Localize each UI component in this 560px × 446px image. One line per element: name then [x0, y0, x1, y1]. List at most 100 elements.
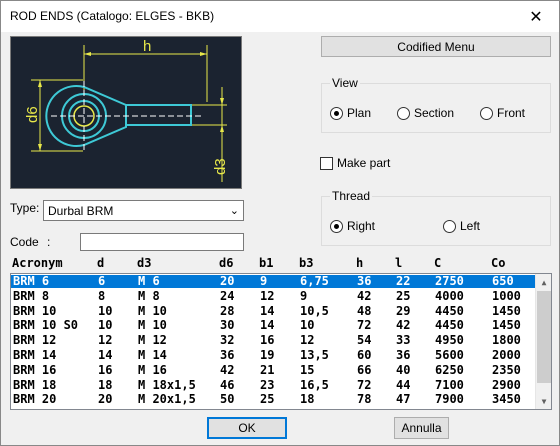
- scroll-thumb[interactable]: [537, 291, 551, 383]
- scroll-up-icon[interactable]: ▲: [536, 274, 551, 290]
- thread-option-right: Right: [347, 219, 376, 233]
- table-cell: 1450: [492, 303, 521, 318]
- ok-label: OK: [238, 421, 256, 435]
- table-row[interactable]: BRM 6 6 M 6 20 9 6,75 36 22 2750 650: [11, 275, 536, 288]
- table-cell: BRM 8: [13, 288, 50, 303]
- radio-selected-icon: [330, 219, 343, 233]
- codified-menu-button[interactable]: Codified Menu: [321, 36, 551, 57]
- table-cell: 6250: [435, 362, 464, 377]
- table-cell: 48: [357, 303, 372, 318]
- column-header[interactable]: b3: [299, 257, 313, 270]
- column-header[interactable]: h: [356, 257, 363, 270]
- table-cell: 1000: [492, 288, 521, 303]
- code-input[interactable]: [80, 233, 244, 251]
- thread-radio-right[interactable]: Right: [330, 219, 375, 233]
- table-cell: 2000: [492, 348, 521, 362]
- column-header[interactable]: C: [434, 257, 441, 270]
- rod-end-drawing: h d6 d3: [24, 38, 229, 182]
- table-cell: 4450: [435, 318, 464, 333]
- close-button[interactable]: ✕: [513, 1, 559, 32]
- table-cell: 4000: [435, 288, 464, 303]
- table-row[interactable]: BRM 12 12 M 12 32 16 12 54 33 4950 1800: [11, 334, 536, 347]
- table-cell: 46: [220, 377, 235, 392]
- table-cell: 25: [260, 392, 275, 407]
- table-cell: BRM 12: [13, 333, 57, 348]
- table-cell: 6,75: [300, 274, 329, 288]
- table-cell: 32: [220, 333, 235, 348]
- table-cell: BRM 16: [13, 362, 57, 377]
- table-row[interactable]: BRM 8 8 M 8 24 12 9 42 25 4000 1000: [11, 288, 536, 303]
- table-row[interactable]: BRM 16 16 M 16 42 21 15 66 40 6250 2350: [11, 362, 536, 377]
- table-row[interactable]: BRM 14 14 M 14 36 19 13,5 60 36 5600 2000: [11, 349, 536, 362]
- table-cell: 72: [357, 318, 372, 333]
- table-cell: 15: [300, 362, 315, 377]
- table-cell: 4950: [435, 333, 464, 348]
- table-cell: 42: [220, 362, 235, 377]
- table-scrollbar[interactable]: ▲ ▼: [535, 274, 551, 409]
- table-cell: 25: [396, 288, 411, 303]
- table-row[interactable]: BRM 18 18 M 18x1,5 46 23 16,5 72 44 7100 2900: [11, 377, 536, 392]
- cancel-label: Annulla: [401, 421, 442, 435]
- view-option-plan: Plan: [347, 106, 372, 120]
- rod-ends-table[interactable]: BRM 66M 6 20 9 6,75 36 22 2750 650 BRM 88M 8 24 12…: [10, 273, 552, 410]
- scroll-down-icon[interactable]: ▼: [536, 393, 551, 409]
- table-cell: BRM 6: [13, 274, 50, 288]
- dim-d6-label: d6: [24, 106, 41, 123]
- rod-end-preview: h d6 d3: [10, 36, 242, 189]
- column-header[interactable]: Acronym: [12, 257, 63, 270]
- table-row[interactable]: BRM 10 S0 10 M 10 30 14 10 72 42 4450 1450: [11, 319, 536, 332]
- table-cell: 24: [220, 288, 235, 303]
- table-cell: 2750: [435, 274, 464, 288]
- view-radio-section[interactable]: Section: [397, 106, 454, 120]
- chevron-down-icon: ⌄: [229, 205, 239, 217]
- view-radio-front[interactable]: Front: [480, 106, 525, 120]
- type-select[interactable]: Durbal BRM ⌄: [43, 200, 244, 221]
- checkbox-icon: [320, 156, 333, 170]
- table-cell: 72: [357, 377, 372, 392]
- make-part-checkbox[interactable]: Make part: [320, 156, 390, 170]
- table-cell: 78: [357, 392, 372, 407]
- column-header[interactable]: Co: [491, 257, 505, 270]
- table-cell: 20: [98, 392, 113, 407]
- column-header[interactable]: d: [97, 257, 104, 270]
- table-cell: 5600: [435, 348, 464, 362]
- table-row[interactable]: BRM 10 10 M 10 28 14 10,5 48 29 4450 1450: [11, 303, 536, 318]
- thread-radio-left[interactable]: Left: [443, 219, 480, 233]
- table-cell: 28: [220, 303, 235, 318]
- table-cell: 7900: [435, 392, 464, 407]
- table-cell: 12: [300, 333, 315, 348]
- view-radio-plan[interactable]: Plan: [330, 106, 371, 120]
- close-icon: ✕: [529, 7, 543, 26]
- column-header[interactable]: l: [395, 257, 402, 270]
- table-cell: M 16: [138, 362, 167, 377]
- table-cell: 29: [396, 303, 411, 318]
- radio-icon: [397, 106, 410, 120]
- table-cell: 54: [357, 333, 372, 348]
- table-cell: 650: [492, 274, 514, 288]
- radio-icon: [443, 219, 456, 233]
- table-cell: M 8: [138, 288, 160, 303]
- table-cell: 13,5: [300, 348, 329, 362]
- table-cell: 1450: [492, 318, 521, 333]
- table-cell: 2350: [492, 362, 521, 377]
- ok-button[interactable]: OK: [207, 417, 287, 439]
- column-header[interactable]: d3: [137, 257, 151, 270]
- view-group-label: View: [330, 76, 360, 90]
- table-cell: M 10: [138, 303, 167, 318]
- table-cell: 9: [260, 274, 268, 288]
- table-row[interactable]: BRM 20 20 M 20x1,5 50 25 18 78 47 7900 3450: [11, 393, 536, 406]
- table-cell: 42: [396, 318, 411, 333]
- cancel-button[interactable]: Annulla: [394, 417, 449, 439]
- table-cell: 66: [357, 362, 372, 377]
- type-label: Type:: [10, 201, 40, 215]
- thread-group-label: Thread: [330, 189, 373, 203]
- column-header[interactable]: b1: [259, 257, 273, 270]
- table-cell: 10: [300, 318, 315, 333]
- table-cell: 30: [220, 318, 235, 333]
- column-header[interactable]: d6: [219, 257, 233, 270]
- table-cell: 60: [357, 348, 372, 362]
- table-cell: 22: [396, 274, 411, 288]
- table-cell: M 12: [138, 333, 167, 348]
- table-cell: 12: [260, 288, 275, 303]
- table-cell: 9: [300, 288, 308, 303]
